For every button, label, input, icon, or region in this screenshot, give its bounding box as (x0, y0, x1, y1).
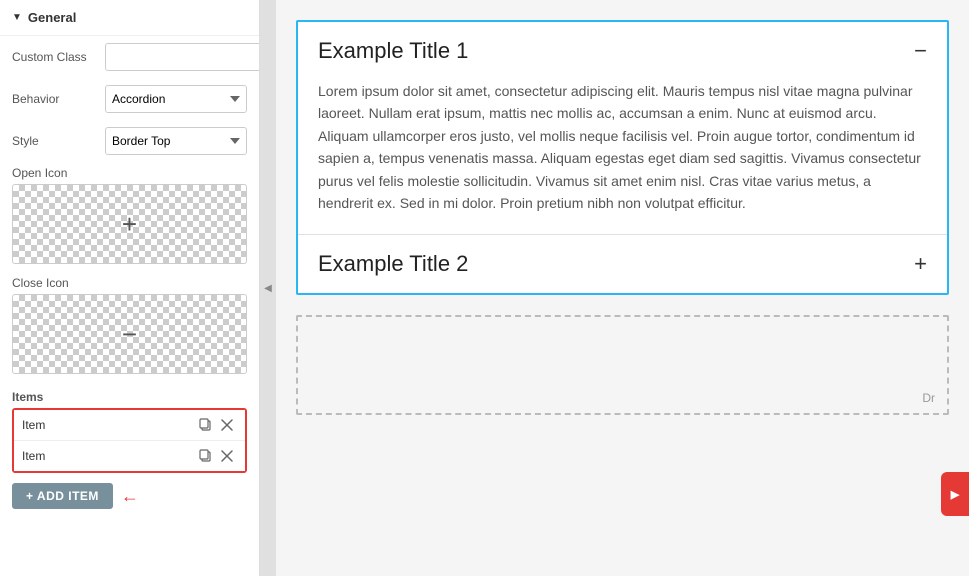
accordion-container: Example Title 1 − Lorem ipsum dolor sit … (296, 20, 949, 295)
items-label: Items (0, 382, 259, 408)
accordion-header-1[interactable]: Example Title 1 − (298, 22, 947, 80)
add-item-button[interactable]: + ADD ITEM (12, 483, 113, 509)
style-label: Style (12, 134, 97, 148)
right-panel: Example Title 1 − Lorem ipsum dolor sit … (276, 0, 969, 576)
accordion-content-1: Lorem ipsum dolor sit amet, consectetur … (298, 80, 947, 234)
accordion-header-2[interactable]: Example Title 2 + (298, 235, 947, 293)
accordion-toggle-1: − (914, 40, 927, 62)
custom-class-row: Custom Class (0, 36, 259, 78)
behavior-row: Behavior Accordion Toggle None (0, 78, 259, 120)
item-duplicate-button-1[interactable] (195, 416, 217, 434)
section-header-general[interactable]: ▼ General (0, 0, 259, 36)
item-name-1: Item (22, 418, 195, 432)
close-icon-symbol: − (122, 319, 137, 350)
list-item: Example Title 2 + (298, 235, 947, 293)
table-row: Item (14, 441, 245, 471)
style-select[interactable]: Border Top Border Bottom None (105, 127, 247, 155)
open-icon-symbol: + (122, 209, 137, 240)
custom-class-input[interactable] (105, 43, 260, 71)
collapse-arrow-icon: ◀ (264, 283, 272, 294)
collapse-handle[interactable]: ◀ (260, 0, 276, 576)
item-name-2: Item (22, 449, 195, 463)
arrow-right-icon: ← (121, 486, 139, 507)
accordion-toggle-2: + (914, 253, 927, 275)
accordion-body-1: Lorem ipsum dolor sit amet, consectetur … (318, 80, 927, 214)
close-icon-label: Close Icon (0, 272, 259, 294)
accordion-title-2: Example Title 2 (318, 251, 468, 277)
behavior-select[interactable]: Accordion Toggle None (105, 85, 247, 113)
item-delete-button-1[interactable] (217, 417, 237, 433)
custom-class-label: Custom Class (12, 50, 97, 64)
duplicate-icon (199, 449, 213, 463)
panel-toggle-button[interactable]: ▶ (941, 472, 969, 516)
list-item: Example Title 1 − Lorem ipsum dolor sit … (298, 22, 947, 235)
drop-zone: Dr (296, 315, 949, 415)
table-row: Item (14, 410, 245, 441)
accordion-title-1: Example Title 1 (318, 38, 468, 64)
open-icon-preview: + (12, 184, 247, 264)
open-icon-label: Open Icon (0, 162, 259, 184)
item-delete-button-2[interactable] (217, 448, 237, 464)
add-item-row: + ADD ITEM ← (0, 473, 259, 519)
close-icon (221, 419, 233, 431)
chevron-down-icon: ▼ (12, 12, 22, 23)
section-title: General (28, 10, 76, 25)
style-row: Style Border Top Border Bottom None (0, 120, 259, 162)
item-duplicate-button-2[interactable] (195, 447, 217, 465)
left-panel: ▼ General Custom Class Behavior Accordio… (0, 0, 260, 576)
items-list: Item Item (12, 408, 247, 473)
duplicate-icon (199, 418, 213, 432)
panel-toggle-icon: ▶ (949, 488, 962, 501)
close-icon (221, 450, 233, 462)
bottom-right-label: Dr (922, 391, 935, 405)
close-icon-preview: − (12, 294, 247, 374)
behavior-label: Behavior (12, 92, 97, 106)
